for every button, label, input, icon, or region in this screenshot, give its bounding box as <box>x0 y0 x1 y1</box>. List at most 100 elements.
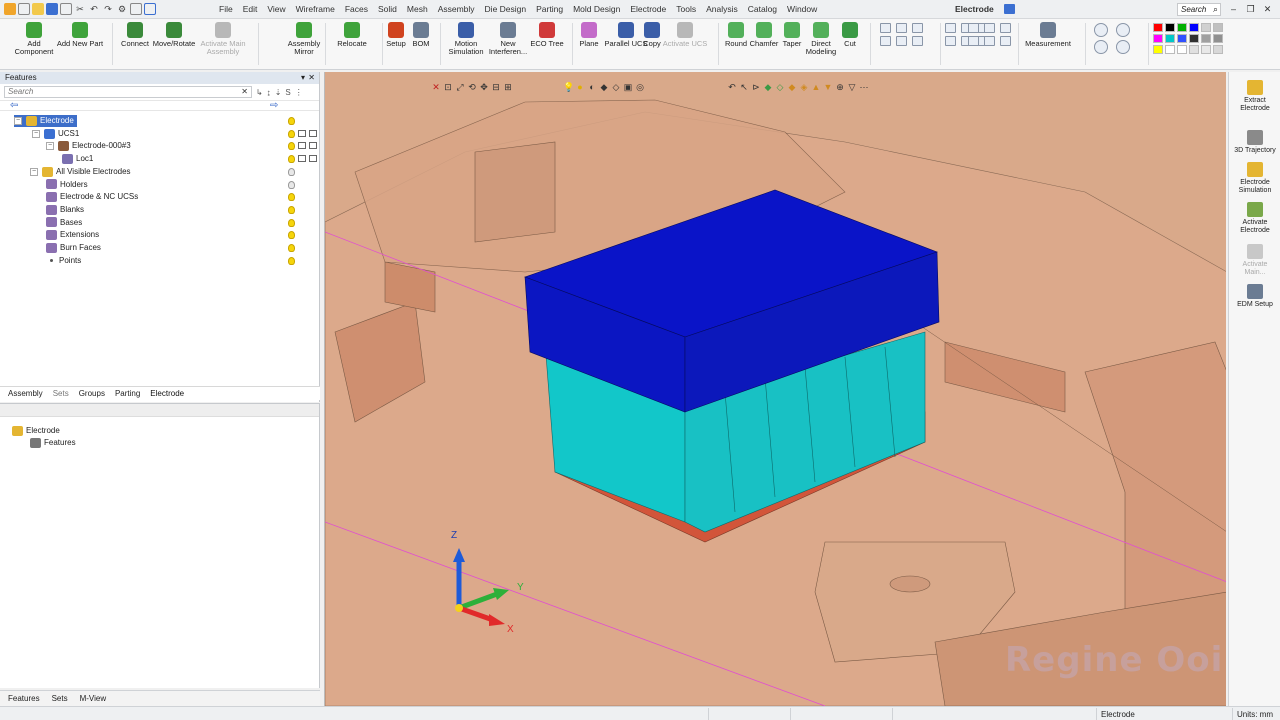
transform-tools-tool-icon[interactable] <box>896 23 907 33</box>
sketch-tools-tool-icon[interactable] <box>984 23 995 33</box>
selection-filter-icon[interactable]: ▽ <box>847 81 857 93</box>
direct-modeling-button[interactable]: Direct Modeling <box>803 22 839 56</box>
color-swatch[interactable] <box>1189 45 1199 54</box>
tab-assembly[interactable]: Assembly <box>8 387 43 400</box>
menu-item-analysis[interactable]: Analysis <box>701 0 743 19</box>
settings-icon[interactable]: ⚙ <box>116 3 128 15</box>
tab-parting[interactable]: Parting <box>115 387 140 400</box>
color-swatch[interactable] <box>1165 34 1175 43</box>
assembly-mirror-button[interactable]: Assembly Mirror <box>284 22 324 56</box>
camera-icon[interactable]: ◎ <box>635 81 645 93</box>
visibility-bulb-icon[interactable] <box>288 167 295 176</box>
tree-item[interactable]: − Electrode <box>14 115 77 127</box>
transform-tools-tool-icon[interactable] <box>896 36 907 46</box>
visibility-bulb-icon[interactable] <box>288 231 295 240</box>
color-swatch[interactable] <box>1189 23 1199 32</box>
pan-view-icon[interactable]: ✥ <box>479 81 489 93</box>
pick-part-icon[interactable]: ▲ <box>811 81 821 93</box>
activate-main-button[interactable]: Activate Main... <box>1229 244 1280 277</box>
menu-item-electrode[interactable]: Electrode <box>625 0 671 19</box>
color-swatch[interactable] <box>1213 45 1223 54</box>
chamfer-button[interactable]: Chamfer <box>748 22 780 48</box>
visibility-bulb-icon[interactable] <box>288 155 295 164</box>
cut-button[interactable]: Cut <box>838 22 862 48</box>
display-toggle-icon[interactable] <box>309 129 317 137</box>
menu-item-die-design[interactable]: Die Design <box>480 0 532 19</box>
tree-item[interactable]: − Electrode-000#3 <box>46 140 131 152</box>
tree-item[interactable]: Burn Faces <box>46 242 101 254</box>
visibility-bulb-icon[interactable] <box>288 180 295 189</box>
tree-item[interactable]: Blanks <box>46 204 84 216</box>
display-toggle-icon[interactable] <box>309 142 317 150</box>
transform-tools-tool-icon[interactable] <box>880 36 891 46</box>
visibility-bulb-icon[interactable] <box>288 244 295 252</box>
add-component-button[interactable]: Add Component <box>14 22 54 56</box>
wire-icon[interactable]: ◇ <box>611 81 621 93</box>
section-view-icon[interactable]: ⊟ <box>491 81 501 93</box>
lower-tree-item[interactable]: Electrode <box>12 425 60 437</box>
visibility-bulb-icon[interactable] <box>288 129 295 138</box>
tree-item[interactable]: Loc1 <box>62 153 93 165</box>
relocate-button[interactable]: Relocate <box>335 22 369 48</box>
round-button[interactable]: Round <box>722 22 750 48</box>
pick-face-icon[interactable]: ◆ <box>763 81 773 93</box>
activate-ucs-button[interactable]: Activate UCS <box>662 22 708 48</box>
clip-view-icon[interactable]: ⊞ <box>503 81 513 93</box>
measurement-button[interactable]: Measurement <box>1023 22 1073 48</box>
extract-electrode-button[interactable]: Extract Electrode <box>1229 80 1280 113</box>
tree-item[interactable]: Holders <box>46 179 88 191</box>
features-search-input[interactable]: Search ✕ <box>4 86 252 98</box>
bom-button[interactable]: BOM <box>409 22 433 48</box>
color-swatch[interactable] <box>1213 34 1223 43</box>
window-icon[interactable] <box>144 3 156 15</box>
menu-item-mesh[interactable]: Mesh <box>402 0 433 19</box>
light-icon[interactable]: 💡 <box>563 81 574 93</box>
save-icon[interactable] <box>46 3 58 15</box>
color-swatch[interactable] <box>1165 23 1175 32</box>
collapse-toggle-icon[interactable]: − <box>14 116 22 125</box>
app-logo-icon[interactable] <box>4 3 16 15</box>
zoom-tools-tool-icon[interactable] <box>1116 23 1130 37</box>
menu-item-faces[interactable]: Faces <box>340 0 373 19</box>
filter-icon[interactable]: ↳ <box>256 88 263 97</box>
collapse-toggle-icon[interactable]: − <box>32 129 40 138</box>
visibility-bulb-icon[interactable] <box>288 218 295 227</box>
clear-search-icon[interactable]: ✕ <box>241 87 248 97</box>
electrode-simulation-button[interactable]: Electrode Simulation <box>1229 162 1280 195</box>
undo-view-icon[interactable]: ↶ <box>727 81 737 93</box>
display-toggle-icon[interactable] <box>298 142 306 150</box>
zoom-tools-tool-icon[interactable] <box>1094 40 1108 54</box>
color-swatch[interactable] <box>1153 34 1163 43</box>
bottom-tab-m-view[interactable]: M-View <box>80 691 107 706</box>
rotate-view-icon[interactable]: ⟲ <box>467 81 477 93</box>
color-swatch[interactable] <box>1177 23 1187 32</box>
move-rotate-button[interactable]: Move/Rotate <box>152 22 196 48</box>
pick-all-icon[interactable]: ⊕ <box>835 81 845 93</box>
tree-item[interactable]: Bases <box>46 217 82 229</box>
sketch-tools-tool-icon[interactable] <box>984 36 995 46</box>
eco-tree-button[interactable]: ECO Tree <box>530 22 564 48</box>
plane-button[interactable]: Plane <box>576 22 602 48</box>
pin-icon[interactable]: ▾ <box>301 72 305 84</box>
display-toggle-icon[interactable] <box>298 129 306 137</box>
tree-item[interactable]: Points <box>46 255 81 267</box>
restore-icon[interactable]: ❐ <box>1242 0 1259 19</box>
visibility-bulb-icon[interactable] <box>288 205 295 214</box>
pick-assembly-icon[interactable]: ▼ <box>823 81 833 93</box>
motion-simulation-button[interactable]: Motion Simulation <box>448 22 484 56</box>
sketch-tools-tool-icon[interactable] <box>1000 36 1011 46</box>
filter-select-icon[interactable]: ⊳ <box>751 81 761 93</box>
transform-tools-tool-icon[interactable] <box>912 36 923 46</box>
tab-groups[interactable]: Groups <box>79 387 105 400</box>
fit-view-icon[interactable]: ⤢ <box>455 81 465 93</box>
color-swatch[interactable] <box>1153 45 1163 54</box>
global-search-input[interactable]: Search ⌕ <box>1177 3 1221 16</box>
taper-button[interactable]: Taper <box>778 22 806 48</box>
color-swatch[interactable] <box>1201 34 1211 43</box>
menu-item-catalog[interactable]: Catalog <box>743 0 782 19</box>
pick-point-icon[interactable]: ◈ <box>799 81 809 93</box>
tab-sets[interactable]: Sets <box>53 387 69 400</box>
tree-item[interactable]: Extensions <box>46 229 99 241</box>
lower-tree-item[interactable]: Features <box>30 437 76 449</box>
sketch-tools-tool-icon[interactable] <box>1000 23 1011 33</box>
